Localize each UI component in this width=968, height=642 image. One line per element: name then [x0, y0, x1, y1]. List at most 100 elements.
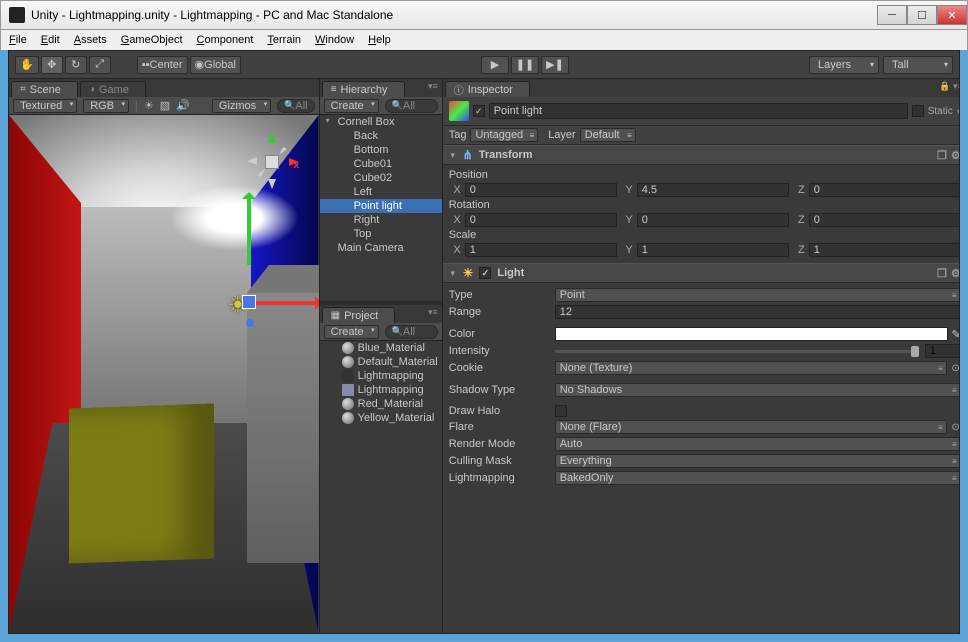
light-component-header[interactable]: ▼ ☀ ✓ Light ❐⚙: [443, 263, 959, 283]
scale-tool-button[interactable]: ⤢: [89, 56, 111, 74]
hierarchy-item-selected[interactable]: Point light: [320, 199, 442, 213]
orientation-gizmo[interactable]: y x: [237, 127, 307, 197]
scene-search-input[interactable]: 🔍 All: [277, 99, 314, 113]
gameobject-active-checkbox[interactable]: ✓: [473, 105, 485, 117]
project-item[interactable]: Lightmapping: [320, 369, 442, 383]
lightmapping-dropdown[interactable]: BakedOnly: [555, 471, 959, 485]
window-minimize-button[interactable]: ─: [877, 5, 907, 25]
scene-viewport[interactable]: ☀ y x: [9, 115, 319, 633]
hierarchy-item-cornell-box[interactable]: Cornell Box: [320, 115, 442, 129]
help-icon[interactable]: ❐: [937, 267, 947, 280]
menu-file[interactable]: File: [9, 34, 27, 47]
static-dropdown-icon[interactable]: ▾: [957, 107, 959, 116]
gizmo-origin[interactable]: [242, 295, 256, 309]
project-create-dropdown[interactable]: Create: [324, 325, 379, 339]
render-mode-dropdown[interactable]: Auto: [555, 437, 959, 451]
light-type-dropdown[interactable]: Point: [555, 288, 959, 302]
project-item[interactable]: Lightmapping: [320, 383, 442, 397]
gear-icon[interactable]: ⚙: [951, 149, 959, 162]
position-y-field[interactable]: [637, 183, 789, 197]
panel-options-button[interactable]: 🔒 ▾≡: [939, 81, 959, 92]
light-color-swatch[interactable]: [555, 327, 948, 341]
menu-help[interactable]: Help: [368, 34, 391, 47]
rotation-x-field[interactable]: [465, 213, 617, 227]
tab-inspector[interactable]: ⓘInspector: [445, 81, 530, 97]
window-close-button[interactable]: ✕: [937, 5, 967, 25]
shading-mode-dropdown[interactable]: Textured: [13, 99, 77, 113]
flare-field[interactable]: None (Flare): [555, 420, 947, 434]
pivot-global-button[interactable]: ◉ Global: [190, 56, 241, 74]
gizmo-z-axis[interactable]: [246, 319, 254, 327]
window-maximize-button[interactable]: ☐: [907, 5, 937, 25]
gizmo-y-axis[interactable]: [247, 195, 251, 265]
tab-hierarchy[interactable]: ≡Hierarchy: [322, 81, 405, 97]
layout-dropdown[interactable]: Tall: [883, 56, 953, 74]
scale-y-field[interactable]: [637, 243, 789, 257]
culling-mask-dropdown[interactable]: Everything: [555, 454, 959, 468]
hand-tool-button[interactable]: ✋: [15, 56, 39, 74]
tab-scene[interactable]: ⌗Scene: [11, 81, 78, 97]
layers-dropdown[interactable]: Layers: [809, 56, 879, 74]
tag-dropdown[interactable]: Untagged: [470, 128, 538, 142]
draw-halo-checkbox[interactable]: [555, 405, 567, 417]
position-x-field[interactable]: [465, 183, 617, 197]
light-range-field[interactable]: [555, 305, 959, 319]
gizmos-dropdown[interactable]: Gizmos: [212, 99, 271, 113]
rotate-tool-button[interactable]: ↻: [65, 56, 87, 74]
hierarchy-item[interactable]: Bottom: [320, 143, 442, 157]
intensity-slider[interactable]: [555, 350, 919, 353]
hierarchy-item[interactable]: Back: [320, 129, 442, 143]
eyedropper-icon[interactable]: ✎: [952, 328, 960, 341]
gear-icon[interactable]: ⚙: [951, 267, 959, 280]
hierarchy-item-main-camera[interactable]: Main Camera: [320, 241, 442, 255]
project-item[interactable]: Blue_Material: [320, 341, 442, 355]
position-z-field[interactable]: [809, 183, 959, 197]
menu-gameobject[interactable]: GameObject: [121, 34, 183, 47]
hierarchy-item[interactable]: Cube02: [320, 171, 442, 185]
hierarchy-item[interactable]: Right: [320, 213, 442, 227]
cookie-field[interactable]: None (Texture): [555, 361, 947, 375]
hierarchy-item[interactable]: Cube01: [320, 157, 442, 171]
help-icon[interactable]: ❐: [937, 149, 947, 162]
hierarchy-search-input[interactable]: 🔍 All: [385, 99, 438, 113]
scale-x-field[interactable]: [465, 243, 617, 257]
scene-lighting-toggle[interactable]: ☀: [144, 99, 154, 112]
project-search-input[interactable]: 🔍 All: [385, 325, 438, 339]
move-tool-button[interactable]: ✥: [41, 56, 63, 74]
transform-gizmo[interactable]: ☀: [209, 195, 319, 325]
shadow-type-dropdown[interactable]: No Shadows: [555, 383, 959, 397]
scene-audio-toggle[interactable]: 🔊: [176, 99, 190, 112]
hierarchy-create-dropdown[interactable]: Create: [324, 99, 379, 113]
scale-z-field[interactable]: [809, 243, 959, 257]
menu-edit[interactable]: Edit: [41, 34, 60, 47]
gameobject-name-input[interactable]: [489, 103, 908, 119]
rotation-y-field[interactable]: [637, 213, 789, 227]
hierarchy-icon: ≡: [331, 84, 337, 95]
menu-window[interactable]: Window: [315, 34, 354, 47]
pause-button[interactable]: ❚❚: [511, 56, 539, 74]
tab-game[interactable]: ◑Game: [80, 81, 146, 97]
gizmo-x-axis[interactable]: [249, 301, 319, 305]
project-item[interactable]: Yellow_Material: [320, 411, 442, 425]
render-mode-dropdown[interactable]: RGB: [83, 99, 129, 113]
tab-project[interactable]: ▦Project: [322, 307, 396, 323]
menu-terrain[interactable]: Terrain: [267, 34, 301, 47]
static-checkbox[interactable]: [912, 105, 924, 117]
intensity-value-field[interactable]: [925, 344, 959, 358]
play-button[interactable]: ▶: [481, 56, 509, 74]
pivot-center-button[interactable]: ▪▪ Center: [137, 56, 188, 74]
panel-options-button[interactable]: ▾≡: [428, 307, 438, 318]
step-button[interactable]: ▶❚: [541, 56, 569, 74]
layer-dropdown[interactable]: Default: [580, 128, 636, 142]
panel-options-button[interactable]: ▾≡: [428, 81, 438, 92]
hierarchy-item[interactable]: Top: [320, 227, 442, 241]
light-enabled-checkbox[interactable]: ✓: [479, 267, 491, 279]
transform-component-header[interactable]: ▼ ⋔ Transform ❐⚙: [443, 145, 959, 165]
project-item[interactable]: Default_Material: [320, 355, 442, 369]
project-item[interactable]: Red_Material: [320, 397, 442, 411]
rotation-z-field[interactable]: [809, 213, 959, 227]
menu-assets[interactable]: Assets: [74, 34, 107, 47]
menu-component[interactable]: Component: [197, 34, 254, 47]
hierarchy-item[interactable]: Left: [320, 185, 442, 199]
scene-fx-toggle[interactable]: ▧: [160, 99, 170, 112]
